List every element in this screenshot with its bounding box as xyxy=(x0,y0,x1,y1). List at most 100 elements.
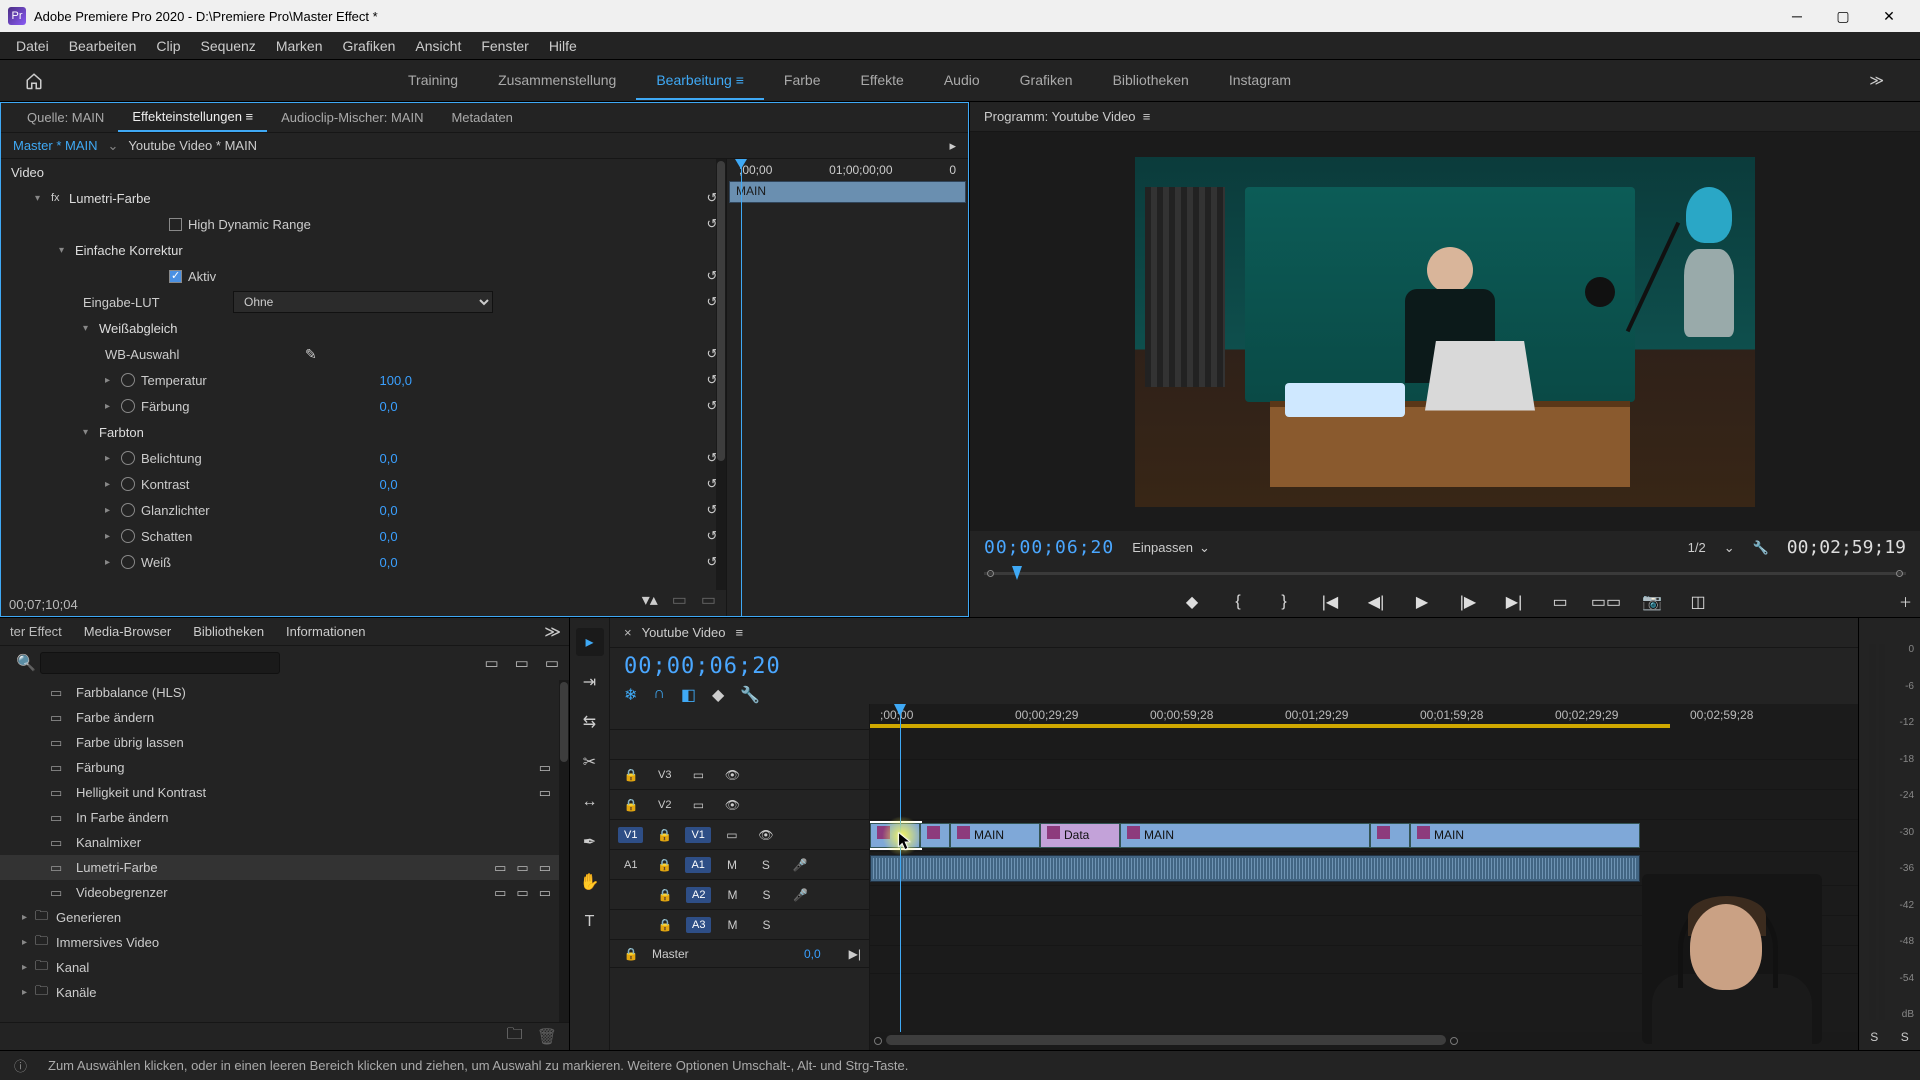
timeline-clip[interactable]: Data xyxy=(1040,823,1120,848)
preset-vr-icon[interactable]: ▭ xyxy=(545,654,559,672)
play-icon[interactable]: ▸ xyxy=(949,138,956,154)
timeline-timecode[interactable]: 00;00;06;20 xyxy=(624,654,781,679)
hand-tool-icon[interactable]: ✋ xyxy=(576,868,604,896)
property-value[interactable]: 100,0 xyxy=(380,373,460,388)
track-select-tool-icon[interactable]: ⇥ xyxy=(576,668,604,696)
timeline-clip[interactable] xyxy=(870,823,920,848)
preset-new-bin-icon[interactable]: ▭ xyxy=(484,654,498,672)
ec-clip-bar[interactable]: MAIN xyxy=(729,181,966,203)
tone-header[interactable]: ▾ Farbton xyxy=(1,419,726,445)
menu-fenster[interactable]: Fenster xyxy=(471,34,538,58)
effect-item[interactable]: ▭Helligkeit und Kontrast▭ xyxy=(0,780,569,805)
fx-badge-icon[interactable] xyxy=(927,826,940,839)
menu-ansicht[interactable]: Ansicht xyxy=(405,34,471,58)
stopwatch-icon[interactable] xyxy=(121,529,135,543)
window-close-button[interactable]: ✕ xyxy=(1866,0,1912,32)
property-value[interactable]: 0,0 xyxy=(380,399,460,414)
track-header-v1[interactable]: V1🔒V1▭👁 xyxy=(610,820,869,850)
extract-icon[interactable]: ▭▭ xyxy=(1594,590,1618,614)
workspace-tab-zusammenstellung[interactable]: Zusammenstellung xyxy=(478,62,636,100)
effect-item[interactable]: ▭Farbe übrig lassen xyxy=(0,730,569,755)
fx-badge-icon[interactable] xyxy=(957,826,970,839)
panel-overflow-icon[interactable]: ≫ xyxy=(544,622,561,642)
timeline-clip[interactable] xyxy=(1370,823,1410,848)
effects-scrollbar[interactable] xyxy=(559,680,569,1022)
effect-folder[interactable]: ▸🗀Generieren xyxy=(0,905,569,930)
timeline-audio-clip[interactable] xyxy=(870,855,1640,882)
effect-item[interactable]: ▭Lumetri-Farbe▭▭▭ xyxy=(0,855,569,880)
timeline-clip[interactable] xyxy=(920,823,950,848)
workspace-tab-training[interactable]: Training xyxy=(388,62,478,100)
effect-folder[interactable]: ▸🗀Kanal xyxy=(0,955,569,980)
effect-item[interactable]: ▭Farbbalance (HLS) xyxy=(0,680,569,705)
step-back-icon[interactable]: ◀| xyxy=(1364,590,1388,614)
stopwatch-icon[interactable] xyxy=(121,399,135,413)
timeline-clip[interactable]: MAIN xyxy=(950,823,1040,848)
lumetri-effect-header[interactable]: ▾ fx Lumetri-Farbe ↺ xyxy=(1,185,726,211)
stopwatch-icon[interactable] xyxy=(121,503,135,517)
effect-controls-mini-timeline[interactable]: ;00;00 01;00;00;00 0 MAIN xyxy=(726,159,968,616)
type-tool-icon[interactable]: T xyxy=(576,908,604,936)
workspace-tab-grafiken[interactable]: Grafiken xyxy=(1000,62,1093,100)
active-checkbox[interactable] xyxy=(169,270,182,283)
project-tab[interactable]: ter Effect xyxy=(10,624,62,639)
chevron-down-icon[interactable]: ⌄ xyxy=(1724,540,1735,556)
source-tab[interactable]: Metadaten xyxy=(437,104,526,131)
effect-item[interactable]: ▭Farbe ändern xyxy=(0,705,569,730)
timeline-close-icon[interactable]: × xyxy=(624,625,632,640)
stopwatch-icon[interactable] xyxy=(121,373,135,387)
overwrite-icon[interactable]: ▭ xyxy=(701,590,716,610)
eyedropper-icon[interactable]: ✎ xyxy=(305,346,317,363)
menu-hilfe[interactable]: Hilfe xyxy=(539,34,587,58)
workspace-tab-farbe[interactable]: Farbe xyxy=(764,62,841,100)
snap-icon[interactable]: ❄ xyxy=(624,685,637,705)
workspace-tab-effekte[interactable]: Effekte xyxy=(841,62,924,100)
ripple-tool-icon[interactable]: ⇆ xyxy=(576,708,604,736)
timeline-ruler[interactable]: ;00;0000;00;29;2900;00;59;2800;01;29;290… xyxy=(870,704,1858,730)
track-header-master[interactable]: 🔒Master0,0▶| xyxy=(610,940,869,968)
program-viewport[interactable] xyxy=(970,132,1920,531)
expand-icon[interactable]: ▸ xyxy=(105,401,121,412)
track-header-a2[interactable]: 🔒A2MS🎤 xyxy=(610,880,869,910)
menu-clip[interactable]: Clip xyxy=(146,34,190,58)
effect-item[interactable]: ▭Videobegrenzer▭▭▭ xyxy=(0,880,569,905)
effect-folder[interactable]: ▸🗀Immersives Video xyxy=(0,930,569,955)
stopwatch-icon[interactable] xyxy=(121,555,135,569)
white-balance-header[interactable]: ▾ Weißabgleich xyxy=(1,315,726,341)
window-minimize-button[interactable]: ─ xyxy=(1774,0,1820,32)
marker-icon[interactable]: ◆ xyxy=(712,685,724,705)
add-marker-icon[interactable]: ◧ xyxy=(681,685,696,705)
fx-badge-icon[interactable] xyxy=(1047,826,1060,839)
fx-badge-icon[interactable] xyxy=(1417,826,1430,839)
project-tab[interactable]: Bibliotheken xyxy=(193,624,264,639)
fx-badge-icon[interactable] xyxy=(877,826,890,839)
source-tab[interactable]: Audioclip-Mischer: MAIN xyxy=(267,104,437,131)
source-tab[interactable]: Effekteinstellungen ≡ xyxy=(118,103,267,132)
go-to-out-icon[interactable]: ▶| xyxy=(1502,590,1526,614)
settings-wrench-icon[interactable]: 🔧 xyxy=(740,685,760,705)
home-icon[interactable] xyxy=(20,67,48,95)
step-forward-icon[interactable]: |▶ xyxy=(1456,590,1480,614)
chevron-down-icon[interactable]: ⌄ xyxy=(108,138,119,154)
menu-datei[interactable]: Datei xyxy=(6,34,59,58)
expand-icon[interactable]: ▸ xyxy=(105,479,121,490)
export-frame-icon[interactable]: 📷 xyxy=(1640,590,1664,614)
menu-bearbeiten[interactable]: Bearbeiten xyxy=(59,34,147,58)
fx-badge-icon[interactable] xyxy=(1377,826,1390,839)
hdr-checkbox[interactable] xyxy=(169,218,182,231)
effect-controls-scrollbar[interactable] xyxy=(716,159,726,590)
fx-badge-icon[interactable]: fx xyxy=(51,192,69,204)
workspace-tab-audio[interactable]: Audio xyxy=(924,62,1000,100)
lift-icon[interactable]: ▭ xyxy=(1548,590,1572,614)
expand-icon[interactable]: ▸ xyxy=(105,453,121,464)
program-scrubber[interactable] xyxy=(984,566,1906,580)
insert-icon[interactable]: ▭ xyxy=(672,590,687,610)
video-section-header[interactable]: Video ▴ xyxy=(1,159,726,185)
sequence-clip-link[interactable]: Youtube Video * MAIN xyxy=(128,138,257,153)
linked-selection-icon[interactable]: ∩ xyxy=(653,685,665,705)
property-value[interactable]: 0,0 xyxy=(380,477,460,492)
panel-menu-icon[interactable]: ≡ xyxy=(735,625,743,640)
slip-tool-icon[interactable]: ↔ xyxy=(576,788,604,816)
solo-left-button[interactable]: S xyxy=(1870,1030,1878,1044)
add-marker-icon[interactable]: ◆ xyxy=(1180,590,1204,614)
